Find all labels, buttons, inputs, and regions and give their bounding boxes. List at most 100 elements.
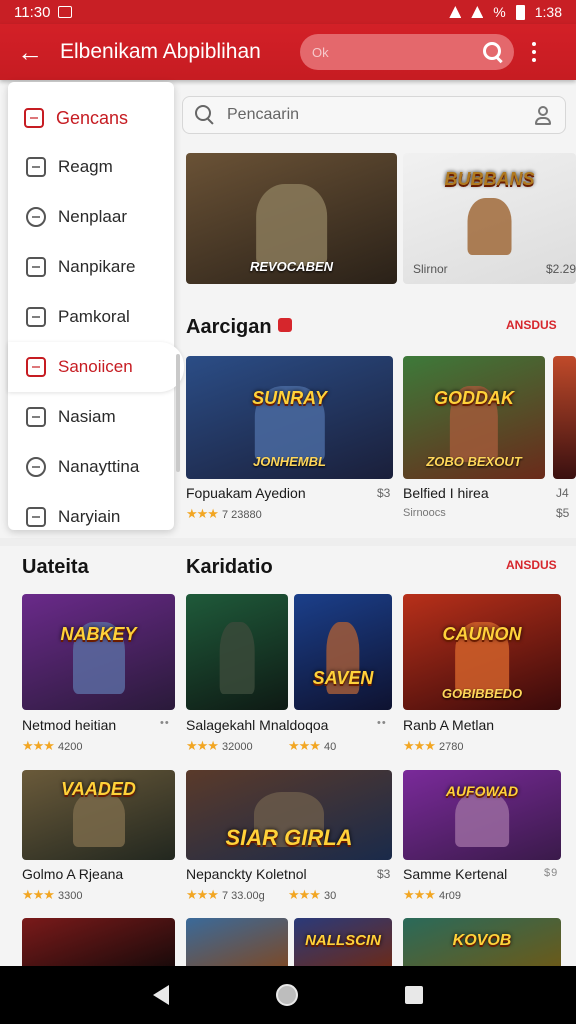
rating-count: 30 bbox=[323, 890, 337, 902]
rating-count: 2780 bbox=[438, 741, 464, 753]
drawer-item[interactable]: Nanpikare bbox=[8, 242, 174, 292]
game-art[interactable]: SIAR GIRLA bbox=[186, 770, 392, 860]
star-rating-icon: ★★★ bbox=[403, 887, 436, 902]
game-art[interactable]: KOVOB bbox=[403, 918, 561, 966]
app-title: Elbenikam Abpiblihan bbox=[60, 40, 261, 63]
grid-icon bbox=[26, 507, 46, 527]
drawer-item[interactable]: Pamkoral bbox=[8, 292, 174, 342]
list-icon bbox=[26, 357, 46, 377]
rating-count: 4r09 bbox=[438, 890, 461, 902]
game-title[interactable]: Samme Kertenal bbox=[403, 866, 507, 882]
drawer-item-label: Sanoiicen bbox=[58, 357, 133, 376]
overflow-menu-icon[interactable] bbox=[514, 24, 554, 80]
drawer-item[interactable]: Nenplaar bbox=[8, 192, 174, 242]
nav-recents-icon[interactable] bbox=[404, 986, 423, 1004]
system-nav-bar bbox=[0, 966, 576, 1024]
image-icon bbox=[26, 257, 46, 277]
account-icon[interactable] bbox=[533, 105, 553, 125]
app-bar: ← Elbenikam Abpiblihan Ok bbox=[0, 24, 576, 80]
game-title[interactable]: Salagekahl Mnaldoqoa bbox=[186, 717, 328, 733]
game-art-logo: CAUNON bbox=[442, 624, 522, 645]
star-rating-icon: ★★★ bbox=[186, 887, 219, 902]
rating-count: 40 bbox=[323, 741, 337, 753]
game-art[interactable] bbox=[186, 594, 288, 710]
star-rating-icon: ★★★ bbox=[186, 506, 219, 521]
section-title-text: Aarcigan bbox=[186, 316, 272, 338]
game-art[interactable]: NABKEY bbox=[22, 594, 175, 710]
game-art-logo: NABKEY bbox=[60, 624, 137, 645]
drawer-item[interactable]: Nanayttina bbox=[8, 442, 174, 492]
featured-banner-1[interactable]: REVOCABEN bbox=[186, 153, 397, 284]
camera-icon bbox=[26, 407, 46, 427]
game-art[interactable]: AUFOWAD bbox=[403, 770, 561, 860]
rating-count: 3300 bbox=[57, 890, 83, 902]
game-title[interactable]: Belfied I hirea bbox=[403, 485, 489, 501]
game-title[interactable]: Golmo A Rjeana bbox=[22, 866, 123, 882]
game-extra: J4 bbox=[556, 486, 569, 500]
game-art[interactable]: NALLSCIN bbox=[294, 918, 392, 966]
star-rating-icon: ★★★ bbox=[288, 887, 321, 902]
badge-icon bbox=[26, 457, 46, 477]
game-price: $3 bbox=[377, 486, 391, 500]
wifi-icon bbox=[471, 6, 484, 18]
game-rating: ★★★ 7 23880 bbox=[186, 506, 262, 522]
game-art[interactable]: CAUNON GOBIBBEDO bbox=[403, 594, 561, 710]
game-art-logo: NALLSCIN bbox=[305, 932, 381, 950]
featured-banner-2[interactable]: BUBBANS Slirnor $2.29 bbox=[403, 153, 576, 284]
drawer-item[interactable]: Nasiam bbox=[8, 392, 174, 442]
game-art[interactable]: GODDAK ZOBO BEXOUT bbox=[403, 356, 545, 479]
game-art[interactable]: SUNRAY JONHEMBL bbox=[186, 356, 393, 479]
featured-banner-2-caption: BUBBANS bbox=[444, 168, 535, 189]
drawer-item-label: Naryiain bbox=[58, 507, 121, 526]
game-art-peek[interactable] bbox=[553, 356, 576, 479]
more-options-icon[interactable]: •• bbox=[160, 717, 170, 729]
game-rating-secondary: ★★★ 40 bbox=[288, 738, 336, 754]
game-art-logo: VAADED bbox=[61, 779, 136, 799]
drawer-item[interactable]: Reagm bbox=[8, 142, 174, 192]
see-all-link[interactable]: ANSDUS bbox=[506, 558, 557, 572]
game-price: $3 bbox=[377, 867, 391, 881]
rating-count: 4200 bbox=[57, 741, 83, 753]
game-price: $5 bbox=[556, 506, 570, 520]
more-options-icon[interactable]: •• bbox=[377, 717, 387, 729]
search-placeholder: Pencaarin bbox=[227, 106, 300, 123]
game-art-logo: SUNRAY bbox=[252, 387, 327, 408]
game-art-logo: AUFOWAD bbox=[445, 782, 519, 799]
game-title[interactable]: Nepanckty Koletnol bbox=[186, 866, 307, 882]
game-title[interactable]: Netmod heitian bbox=[22, 717, 116, 733]
nav-back-icon[interactable] bbox=[153, 985, 170, 1005]
game-art-tagline: ZOBO BEXOUT bbox=[426, 454, 522, 470]
game-sub: Sirnoocs bbox=[403, 507, 446, 519]
top-search-field[interactable]: Ok bbox=[300, 34, 514, 70]
nav-home-icon[interactable] bbox=[275, 984, 298, 1006]
game-title[interactable]: Ranb A Metlan bbox=[403, 717, 494, 733]
rating-count: 7 23880 bbox=[221, 509, 262, 521]
camera-icon bbox=[26, 307, 46, 327]
back-arrow-icon[interactable]: ← bbox=[0, 24, 60, 80]
drawer-header[interactable]: Gencans bbox=[8, 94, 174, 142]
game-art[interactable] bbox=[22, 918, 175, 966]
drawer-item-label: Nanpikare bbox=[58, 257, 136, 276]
drawer-item-label: Nenplaar bbox=[58, 207, 127, 226]
search-icon[interactable] bbox=[482, 41, 504, 63]
game-rating-secondary: ★★★ 30 bbox=[288, 887, 336, 903]
search-input[interactable]: Pencaarin bbox=[182, 96, 566, 134]
drawer-scrollbar[interactable] bbox=[176, 354, 180, 472]
game-art[interactable]: SAVEN bbox=[294, 594, 392, 710]
drawer-item-label: Nasiam bbox=[58, 407, 116, 426]
navigation-drawer: Gencans Reagm Nenplaar Nanpikare Pamkoral Sa… bbox=[8, 82, 184, 530]
game-art[interactable]: VAADED bbox=[22, 770, 175, 860]
drawer-item-label: Nanayttina bbox=[58, 457, 140, 476]
game-art[interactable] bbox=[186, 918, 288, 966]
new-badge-icon bbox=[277, 318, 292, 332]
battery-percent: % bbox=[493, 4, 506, 20]
status-bar: 11:30 % 1:38 bbox=[0, 0, 576, 24]
game-rating: ★★★ 32000 bbox=[186, 738, 253, 754]
star-rating-icon: ★★★ bbox=[22, 887, 55, 902]
game-title[interactable]: Fopuakam Ayedion bbox=[186, 485, 306, 501]
drawer-item[interactable]: Sanoiicen bbox=[8, 342, 184, 392]
top-search-placeholder: Ok bbox=[312, 44, 329, 60]
game-art-tagline: JONHEMBL bbox=[253, 454, 326, 470]
see-all-link[interactable]: ANSDUS bbox=[506, 318, 557, 332]
drawer-item[interactable]: Naryiain bbox=[8, 492, 174, 542]
